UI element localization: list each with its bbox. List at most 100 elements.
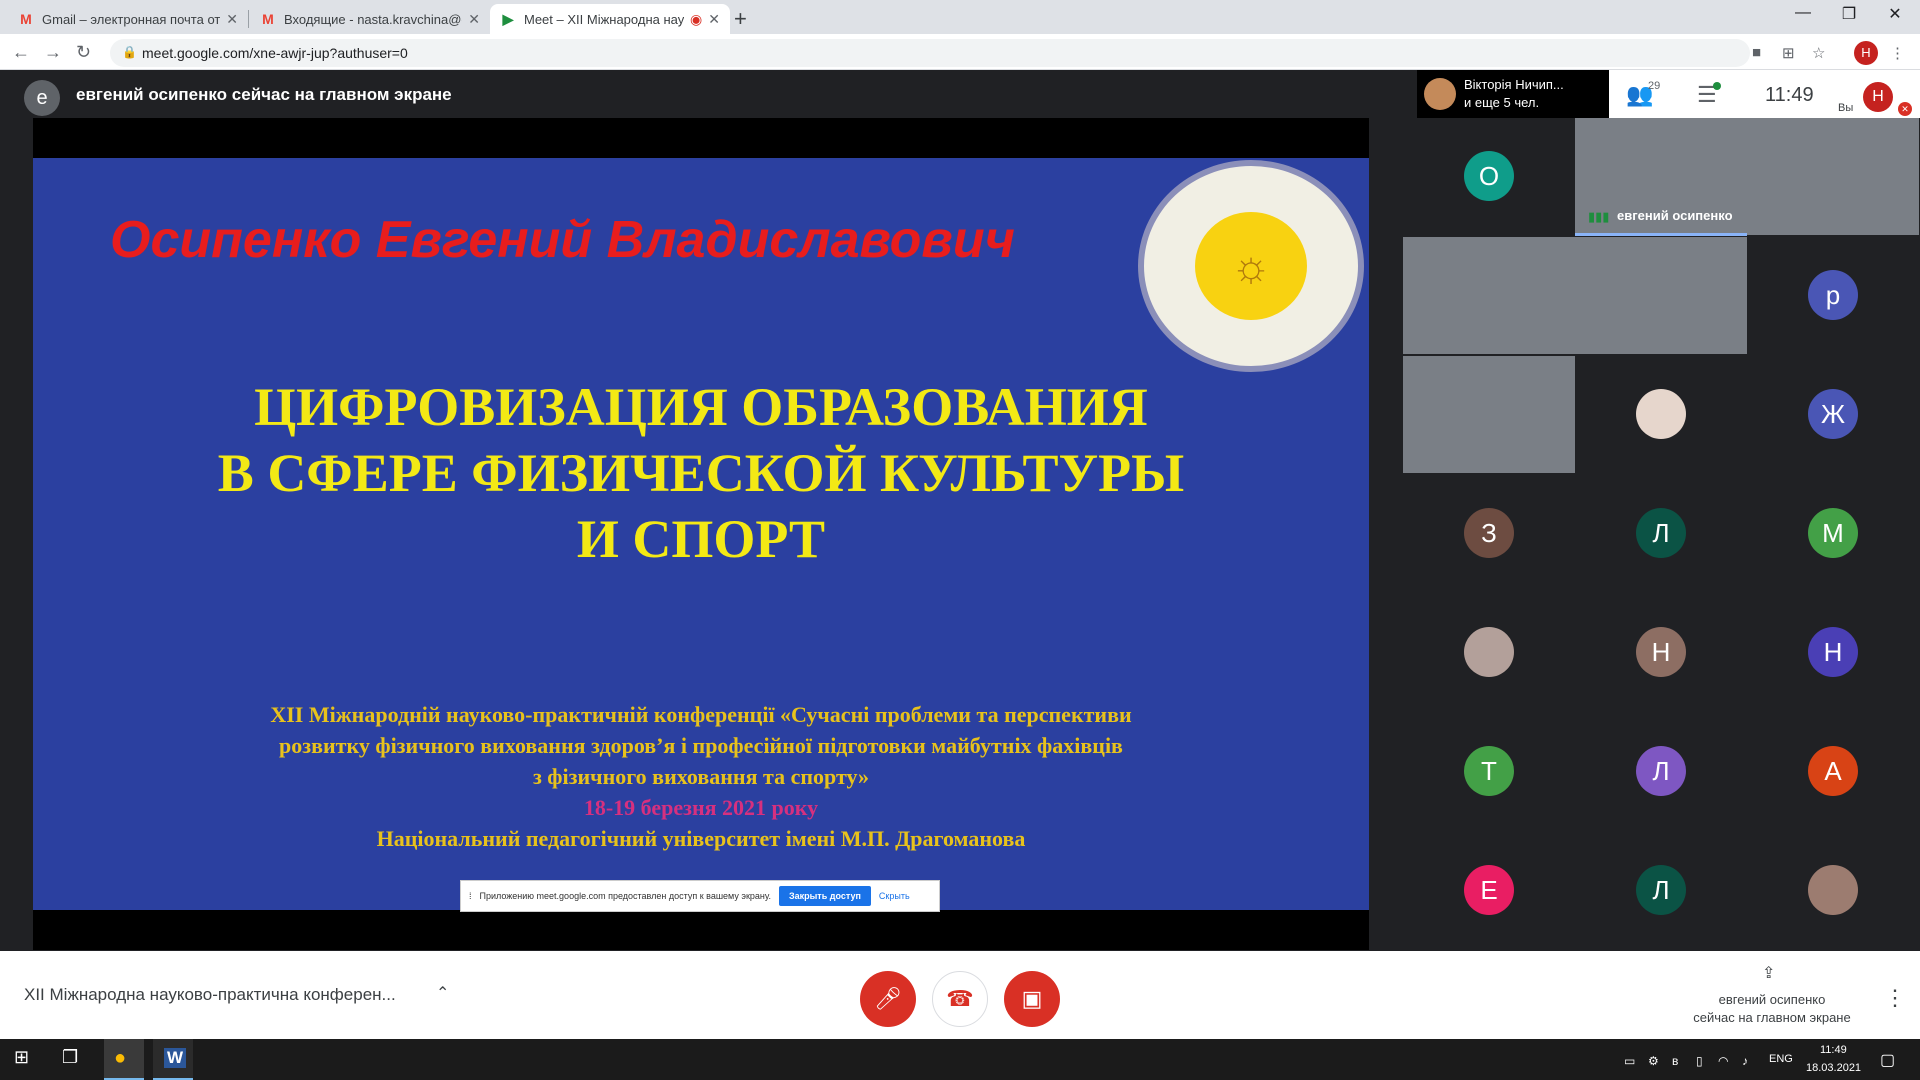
participant-video-tile[interactable]: [1747, 118, 1919, 235]
camera-toggle-button[interactable]: ▣: [1004, 971, 1060, 1027]
address-bar[interactable]: meet.google.com/xne-awjr-jup?authuser=0: [110, 39, 1750, 67]
participant-tile[interactable]: Т: [1403, 713, 1575, 830]
tab-meet[interactable]: ▶ Meet – XII Міжнародна нау ◉ ✕: [490, 4, 730, 34]
tray-wifi-icon[interactable]: ◠: [1718, 1054, 1728, 1068]
speaker-avatar: [1424, 78, 1456, 110]
participant-avatar: Ж: [1808, 389, 1858, 439]
close-window-icon[interactable]: ✕: [1872, 4, 1918, 24]
drag-handle-icon[interactable]: ⁞: [469, 891, 472, 901]
more-options-icon[interactable]: ⋮: [1884, 985, 1906, 1011]
hide-share-bar-button[interactable]: Скрыть: [879, 891, 910, 901]
participant-avatar: М: [1808, 508, 1858, 558]
tray-bluetooth-icon[interactable]: ʙ: [1672, 1054, 1678, 1068]
restore-icon[interactable]: ❐: [1826, 4, 1872, 24]
presenter-avatar: е: [24, 80, 60, 116]
translate-icon[interactable]: ⊞: [1782, 44, 1795, 62]
slide-university: Національний педагогічний університет ім…: [376, 826, 1026, 851]
participant-avatar: А: [1808, 746, 1858, 796]
slide-title-line1: ЦИФРОВИЗАЦИЯ ОБРАЗОВАНИЯ: [254, 377, 1148, 437]
star-icon[interactable]: ☆: [1812, 44, 1825, 62]
notifications-icon[interactable]: ▢: [1880, 1050, 1895, 1070]
taskbar-language[interactable]: ENG: [1769, 1053, 1793, 1065]
presenting-label-name: евгений осипенко: [1718, 992, 1826, 1007]
tray-volume-icon[interactable]: ♪: [1742, 1054, 1748, 1068]
participant-tile[interactable]: О: [1403, 118, 1575, 235]
chevron-up-icon[interactable]: ⌃: [436, 983, 449, 1003]
tab-title: Meet – XII Міжнародна нау: [524, 11, 685, 27]
active-tile-name: евгений осипенко: [1617, 208, 1733, 223]
self-avatar[interactable]: H: [1863, 82, 1893, 112]
participant-tile[interactable]: Н: [1575, 594, 1747, 711]
participant-tile[interactable]: р: [1747, 237, 1919, 354]
forward-icon[interactable]: →: [44, 42, 62, 63]
tab-inbox[interactable]: M Входящие - nasta.kravchina@gm ✕: [250, 4, 490, 34]
back-icon[interactable]: ←: [12, 42, 30, 63]
speaker-name: Вікторія Ничип...: [1464, 77, 1564, 92]
camera-icon[interactable]: ■: [1752, 44, 1761, 61]
taskbar-time[interactable]: 11:49: [1820, 1044, 1847, 1056]
meeting-title[interactable]: XII Міжнародна науково-практична конфере…: [24, 985, 396, 1005]
meet-icon: ▶: [502, 10, 514, 27]
present-screen-icon[interactable]: ⇪: [1762, 963, 1775, 983]
participant-avatar: Е: [1464, 865, 1514, 915]
participant-photo: [1636, 389, 1686, 439]
tray-network-icon[interactable]: ⚙: [1648, 1054, 1659, 1068]
participant-avatar: Л: [1636, 865, 1686, 915]
close-icon[interactable]: ✕: [468, 11, 480, 28]
tab-separator: [248, 10, 249, 28]
tab-title: Gmail – электронная почта от G: [42, 11, 221, 27]
reload-icon[interactable]: ↻: [76, 42, 91, 63]
participant-tile[interactable]: Л: [1575, 832, 1747, 949]
participant-tile[interactable]: А: [1747, 713, 1919, 830]
screen-share-bar: ⁞ Приложению meet.google.com предоставле…: [460, 880, 940, 912]
participant-tile[interactable]: М: [1747, 475, 1919, 592]
hang-up-button[interactable]: ☎: [932, 971, 988, 1027]
participant-tile[interactable]: З: [1403, 475, 1575, 592]
share-message: Приложению meet.google.com предоставлен …: [479, 891, 771, 901]
meet-clock: 11:49: [1765, 84, 1814, 106]
taskbar-word[interactable]: W: [153, 1039, 193, 1080]
tray-power-icon[interactable]: ▯: [1696, 1054, 1703, 1068]
participant-avatar: О: [1464, 151, 1514, 201]
participant-tile[interactable]: Ж: [1747, 356, 1919, 473]
stop-sharing-button[interactable]: Закрыть доступ: [778, 886, 871, 906]
mic-toggle-button[interactable]: 🎤︎: [860, 971, 916, 1027]
minimize-icon[interactable]: —: [1780, 4, 1826, 22]
windows-start-icon[interactable]: ⊞: [14, 1047, 29, 1068]
self-label: Вы: [1838, 102, 1854, 114]
sun-face-icon: ☼: [1230, 242, 1272, 291]
taskbar-date[interactable]: 18.03.2021: [1806, 1062, 1861, 1074]
recording-icon: ◉: [690, 10, 703, 27]
speaking-icon: ▮▮▮: [1588, 209, 1610, 224]
phone-hangup-icon: ☎: [946, 986, 974, 1011]
participant-video-tile[interactable]: [1403, 356, 1575, 473]
participant-avatar: Л: [1636, 508, 1686, 558]
participant-avatar: р: [1808, 270, 1858, 320]
participant-tile[interactable]: Л: [1575, 475, 1747, 592]
new-tab-button[interactable]: +: [734, 6, 747, 32]
profile-avatar[interactable]: H: [1854, 41, 1878, 65]
task-view-icon[interactable]: ❐: [62, 1047, 78, 1068]
participant-tile[interactable]: Л: [1575, 713, 1747, 830]
tray-battery-icon[interactable]: ▭: [1624, 1054, 1635, 1068]
participant-tile[interactable]: [1747, 832, 1919, 949]
word-icon: W: [164, 1048, 187, 1068]
taskbar-chrome[interactable]: ●: [104, 1039, 144, 1080]
gmail-icon: M: [20, 11, 32, 27]
lock-icon[interactable]: 🔒: [122, 45, 137, 59]
participant-avatar: Т: [1464, 746, 1514, 796]
tab-gmail[interactable]: M Gmail – электронная почта от G ✕: [8, 4, 248, 34]
participant-video-tile[interactable]: [1575, 237, 1747, 354]
slide-title-line2: В СФЕРЕ ФИЗИЧЕСКОЙ КУЛЬТУРЫ: [217, 443, 1185, 503]
participant-avatar: Н: [1808, 627, 1858, 677]
participant-photo: [1464, 627, 1514, 677]
close-icon[interactable]: ✕: [708, 11, 720, 28]
menu-icon[interactable]: ⋮: [1890, 44, 1905, 62]
close-icon[interactable]: ✕: [226, 11, 238, 28]
participant-tile[interactable]: Н: [1747, 594, 1919, 711]
participant-video-tile[interactable]: [1403, 237, 1575, 354]
participant-tile[interactable]: Е: [1403, 832, 1575, 949]
participant-tile[interactable]: [1403, 594, 1575, 711]
slide-conf-line3: з фізичного виховання та спорту»: [532, 764, 870, 789]
participant-tile[interactable]: [1575, 356, 1747, 473]
